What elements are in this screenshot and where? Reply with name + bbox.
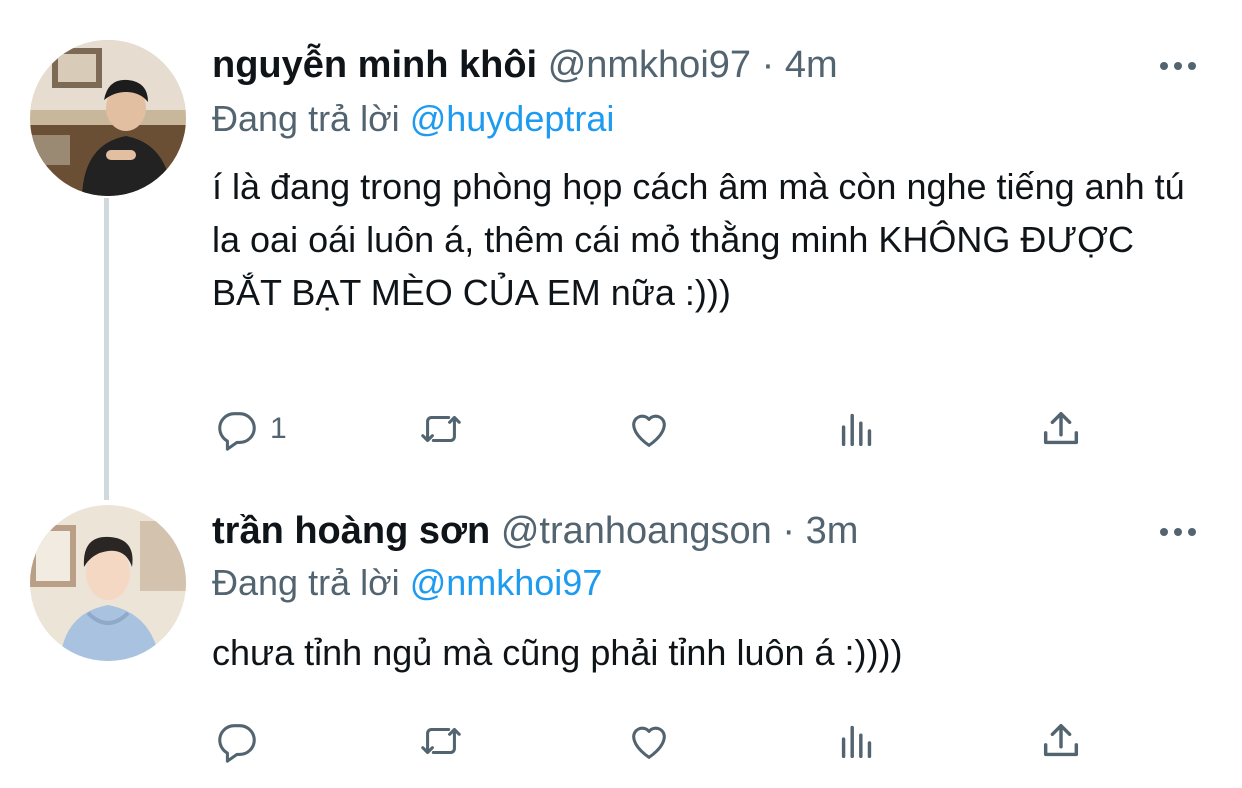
replying-to-label: Đang trả lời [212, 562, 400, 603]
tweet-text: chưa tỉnh ngủ mà cũng phải tỉnh luôn á :… [212, 632, 903, 673]
user-handle[interactable]: @tranhoangson [501, 510, 772, 552]
retweet-icon [421, 415, 461, 443]
avatar[interactable] [30, 40, 186, 196]
tweet-header: nguyễn minh khôi @nmkhoi97 · 4m [212, 42, 838, 88]
like-button[interactable] [626, 718, 672, 764]
upload-icon [1043, 723, 1079, 757]
tweet-text: í là đang trong phòng họp cách âm mà còn… [212, 166, 1185, 313]
replying-to-label: Đang trả lời [212, 98, 400, 139]
reply-button[interactable]: 1 [214, 406, 287, 452]
replying-to: Đang trả lời @nmkhoi97 [212, 560, 602, 606]
retweet-button[interactable] [418, 406, 464, 452]
heart-icon [632, 414, 666, 447]
heart-icon [632, 726, 666, 759]
tweet-actions: 1 [212, 406, 1112, 454]
thread-line [104, 198, 109, 500]
views-button[interactable] [834, 406, 880, 452]
display-name[interactable]: trần hoàng sơn [212, 510, 490, 552]
user-handle[interactable]: @nmkhoi97 [548, 44, 751, 86]
reply-count: 1 [270, 412, 287, 445]
more-options-icon[interactable] [1160, 528, 1196, 536]
bar-chart-icon [841, 725, 872, 759]
reply-icon [218, 724, 256, 763]
timestamp[interactable]: 3m [806, 510, 859, 552]
like-button[interactable] [626, 406, 672, 452]
upload-icon [1043, 411, 1079, 445]
bar-chart-icon [841, 413, 872, 447]
separator-dot: · [761, 44, 775, 86]
timestamp[interactable]: 4m [785, 44, 838, 86]
views-button[interactable] [834, 718, 880, 764]
mention-link[interactable]: @huydeptrai [410, 98, 615, 139]
avatar[interactable] [30, 505, 186, 661]
share-button[interactable] [1038, 406, 1084, 452]
mention-link[interactable]: @nmkhoi97 [410, 562, 603, 603]
reply-button[interactable] [214, 718, 270, 764]
reply-icon [218, 412, 256, 451]
share-button[interactable] [1038, 718, 1084, 764]
tweet-actions [212, 718, 1112, 766]
tweet-header: trần hoàng sơn @tranhoangson · 3m [212, 508, 858, 554]
separator-dot: · [782, 510, 796, 552]
retweet-button[interactable] [418, 718, 464, 764]
more-options-icon[interactable] [1160, 62, 1196, 70]
retweet-icon [421, 727, 461, 755]
display-name[interactable]: nguyễn minh khôi [212, 44, 537, 86]
replying-to: Đang trả lời @huydeptrai [212, 96, 614, 142]
